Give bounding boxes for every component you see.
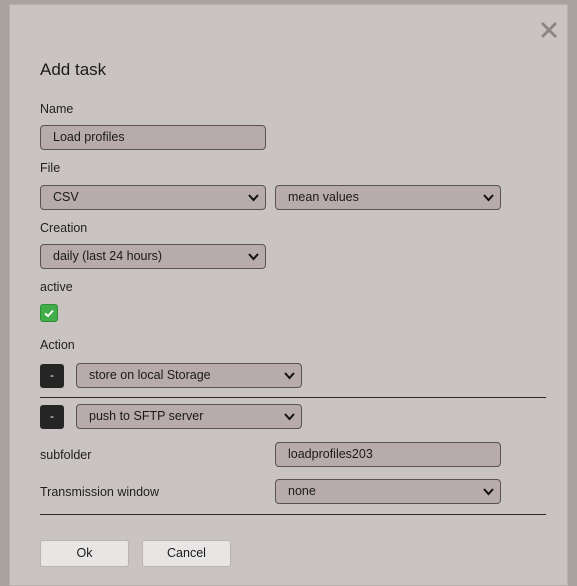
action-value: store on local Storage: [89, 368, 211, 382]
action-select[interactable]: store on local Storage: [76, 363, 302, 388]
transmission-window-value: none: [288, 484, 316, 498]
remove-action-button[interactable]: -: [40, 405, 64, 429]
file-values-select[interactable]: mean values: [275, 185, 501, 210]
creation-value: daily (last 24 hours): [53, 249, 163, 263]
creation-label: Creation: [40, 221, 88, 235]
checkmark-icon: [44, 309, 54, 318]
close-icon[interactable]: [538, 19, 560, 41]
transmission-window-select[interactable]: none: [275, 479, 501, 504]
ok-button[interactable]: Ok: [40, 540, 129, 567]
action-label: Action: [40, 338, 75, 352]
chevron-down-icon: [483, 194, 494, 202]
subfolder-label: subfolder: [40, 448, 92, 462]
name-label: Name: [40, 102, 74, 116]
divider: [40, 397, 546, 398]
divider: [40, 514, 546, 515]
active-label: active: [40, 280, 73, 294]
subfolder-input[interactable]: loadprofiles203: [275, 442, 501, 467]
chevron-down-icon: [483, 488, 494, 496]
name-input[interactable]: Load profiles: [40, 125, 266, 150]
add-task-dialog: Add task Name Load profiles File CSV mea…: [9, 4, 568, 586]
file-format-value: CSV: [53, 190, 79, 204]
chevron-down-icon: [284, 413, 295, 421]
action-value: push to SFTP server: [89, 409, 204, 423]
file-values-value: mean values: [288, 190, 359, 204]
transmission-window-label: Transmission window: [40, 485, 160, 499]
chevron-down-icon: [248, 194, 259, 202]
creation-select[interactable]: daily (last 24 hours): [40, 244, 266, 269]
dialog-title: Add task: [40, 60, 107, 79]
chevron-down-icon: [248, 253, 259, 261]
file-label: File: [40, 161, 61, 175]
action-select[interactable]: push to SFTP server: [76, 404, 302, 429]
chevron-down-icon: [284, 372, 295, 380]
active-checkbox[interactable]: [40, 304, 58, 322]
cancel-button[interactable]: Cancel: [142, 540, 231, 567]
file-format-select[interactable]: CSV: [40, 185, 266, 210]
remove-action-button[interactable]: -: [40, 364, 64, 388]
